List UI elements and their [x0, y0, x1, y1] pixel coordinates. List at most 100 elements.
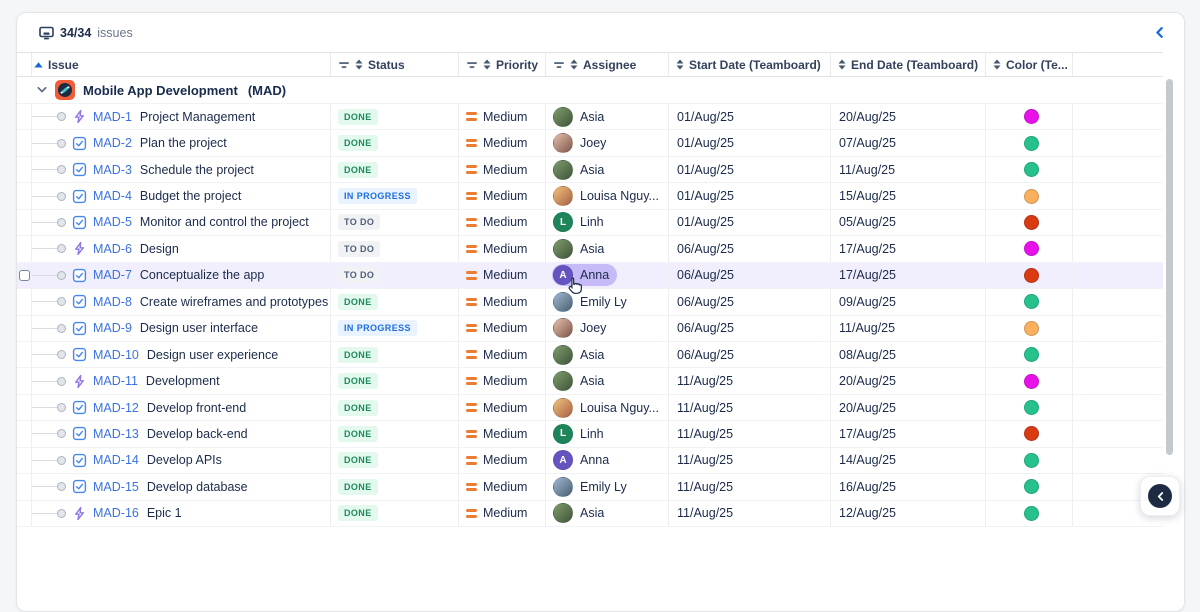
- start-date-cell[interactable]: 01/Aug/25: [669, 157, 831, 182]
- priority-cell[interactable]: Medium: [459, 501, 546, 526]
- assignee-cell[interactable]: Asia: [546, 157, 669, 182]
- color-cell[interactable]: [986, 130, 1073, 155]
- issue-summary[interactable]: Conceptualize the app: [140, 268, 264, 282]
- issue-summary[interactable]: Epic 1: [147, 506, 182, 520]
- color-dot[interactable]: [1024, 374, 1039, 389]
- issue-key-link[interactable]: MAD-13: [93, 427, 139, 441]
- status-cell[interactable]: DONE: [331, 474, 459, 499]
- end-date-cell[interactable]: 11/Aug/25: [831, 157, 986, 182]
- start-date-cell[interactable]: 01/Aug/25: [669, 210, 831, 235]
- status-cell[interactable]: TO DO: [331, 263, 459, 288]
- issue-row-MAD-15[interactable]: MAD-15 Develop database DONE Medium Emil…: [17, 474, 1163, 500]
- drag-handle-dot[interactable]: [57, 456, 66, 465]
- column-header-status[interactable]: Status: [331, 53, 459, 76]
- status-cell[interactable]: DONE: [331, 157, 459, 182]
- issue-cell[interactable]: MAD-2 Plan the project: [32, 130, 331, 155]
- priority-cell[interactable]: Medium: [459, 104, 546, 129]
- status-cell[interactable]: DONE: [331, 104, 459, 129]
- status-cell[interactable]: DONE: [331, 501, 459, 526]
- color-dot[interactable]: [1024, 162, 1039, 177]
- column-header-priority[interactable]: Priority: [459, 53, 546, 76]
- start-date-cell[interactable]: 06/Aug/25: [669, 236, 831, 261]
- issue-summary[interactable]: Design user interface: [140, 321, 258, 335]
- drag-handle-dot[interactable]: [57, 509, 66, 518]
- column-header-assignee[interactable]: Assignee: [546, 53, 669, 76]
- status-badge[interactable]: DONE: [338, 347, 378, 363]
- status-badge[interactable]: DONE: [338, 373, 378, 389]
- status-badge[interactable]: DONE: [338, 479, 378, 495]
- column-header-end[interactable]: End Date (Teamboard): [831, 53, 986, 76]
- start-date-cell[interactable]: 11/Aug/25: [669, 395, 831, 420]
- issue-key-link[interactable]: MAD-11: [93, 374, 138, 388]
- column-header-start[interactable]: Start Date (Teamboard): [669, 53, 831, 76]
- priority-cell[interactable]: Medium: [459, 448, 546, 473]
- issue-cell[interactable]: MAD-11 Development: [32, 368, 331, 393]
- assignee-cell[interactable]: Joey: [546, 316, 669, 341]
- issue-key-link[interactable]: MAD-9: [93, 321, 132, 335]
- end-date-cell[interactable]: 11/Aug/25: [831, 316, 986, 341]
- start-date-cell[interactable]: 01/Aug/25: [669, 183, 831, 208]
- status-cell[interactable]: DONE: [331, 421, 459, 446]
- priority-cell[interactable]: Medium: [459, 289, 546, 314]
- assignee-cell[interactable]: Asia: [546, 104, 669, 129]
- status-cell[interactable]: DONE: [331, 448, 459, 473]
- assignee-chip[interactable]: Asia: [552, 238, 612, 260]
- assignee-chip[interactable]: Louisa Nguy...: [552, 185, 667, 207]
- color-dot[interactable]: [1024, 294, 1039, 309]
- issue-cell[interactable]: MAD-10 Design user experience: [32, 342, 331, 367]
- start-date-cell[interactable]: 11/Aug/25: [669, 501, 831, 526]
- issue-key-link[interactable]: MAD-2: [93, 136, 132, 150]
- filter-icon[interactable]: [553, 60, 565, 70]
- issue-summary[interactable]: Create wireframes and prototypes: [140, 295, 328, 309]
- color-cell[interactable]: [986, 421, 1073, 446]
- issue-cell[interactable]: MAD-13 Develop back-end: [32, 421, 331, 446]
- end-date-cell[interactable]: 08/Aug/25: [831, 342, 986, 367]
- drag-handle-dot[interactable]: [57, 377, 66, 386]
- color-cell[interactable]: [986, 316, 1073, 341]
- drag-handle-dot[interactable]: [57, 244, 66, 253]
- issue-row-MAD-3[interactable]: MAD-3 Schedule the project DONE Medium A…: [17, 157, 1163, 183]
- assignee-cell[interactable]: Louisa Nguy...: [546, 395, 669, 420]
- drag-handle-dot[interactable]: [57, 139, 66, 148]
- assignee-cell[interactable]: A Anna: [546, 263, 669, 288]
- end-date-cell[interactable]: 17/Aug/25: [831, 236, 986, 261]
- color-dot[interactable]: [1024, 136, 1039, 151]
- issue-row-MAD-14[interactable]: MAD-14 Develop APIs DONE Medium A Anna 1…: [17, 448, 1163, 474]
- project-row[interactable]: Mobile App Development (MAD): [17, 77, 1163, 104]
- issue-summary[interactable]: Design user experience: [147, 348, 278, 362]
- column-header-issue[interactable]: Issue: [32, 53, 331, 76]
- color-dot[interactable]: [1024, 426, 1039, 441]
- end-date-cell[interactable]: 17/Aug/25: [831, 263, 986, 288]
- assignee-chip[interactable]: A Anna: [552, 449, 617, 471]
- color-dot[interactable]: [1024, 268, 1039, 283]
- status-badge[interactable]: DONE: [338, 294, 378, 310]
- issue-cell[interactable]: MAD-4 Budget the project: [32, 183, 331, 208]
- assignee-chip[interactable]: Asia: [552, 370, 612, 392]
- status-cell[interactable]: DONE: [331, 395, 459, 420]
- status-cell[interactable]: TO DO: [331, 210, 459, 235]
- issue-row-MAD-5[interactable]: MAD-5 Monitor and control the project TO…: [17, 210, 1163, 236]
- issue-cell[interactable]: MAD-14 Develop APIs: [32, 448, 331, 473]
- color-dot[interactable]: [1024, 215, 1039, 230]
- end-date-cell[interactable]: 16/Aug/25: [831, 474, 986, 499]
- assignee-cell[interactable]: Asia: [546, 368, 669, 393]
- issue-key-link[interactable]: MAD-7: [93, 268, 132, 282]
- sort-ascending-icon[interactable]: [34, 62, 43, 68]
- start-date-cell[interactable]: 11/Aug/25: [669, 448, 831, 473]
- assignee-cell[interactable]: L Linh: [546, 421, 669, 446]
- status-badge[interactable]: TO DO: [338, 241, 380, 257]
- issue-key-link[interactable]: MAD-1: [93, 110, 132, 124]
- assignee-cell[interactable]: Emily Ly: [546, 474, 669, 499]
- color-dot[interactable]: [1024, 347, 1039, 362]
- collapse-panel-icon[interactable]: [1148, 22, 1170, 44]
- color-cell[interactable]: [986, 368, 1073, 393]
- end-date-cell[interactable]: 09/Aug/25: [831, 289, 986, 314]
- drag-handle-dot[interactable]: [57, 192, 66, 201]
- color-cell[interactable]: [986, 210, 1073, 235]
- issue-summary[interactable]: Design: [140, 242, 179, 256]
- priority-cell[interactable]: Medium: [459, 130, 546, 155]
- chevron-down-icon[interactable]: [37, 86, 47, 94]
- color-dot[interactable]: [1024, 506, 1039, 521]
- color-dot[interactable]: [1024, 321, 1039, 336]
- issue-cell[interactable]: MAD-9 Design user interface: [32, 316, 331, 341]
